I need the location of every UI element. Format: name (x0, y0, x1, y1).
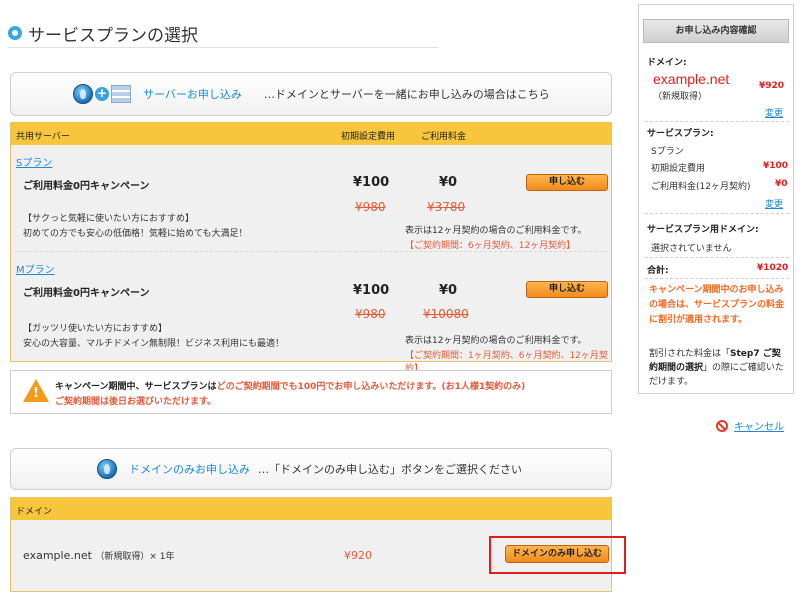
sidebar-info: 割引された料金は「Step7 ご契約期間の選択」の際にご確認いただけます。 (649, 347, 789, 389)
title-underline (8, 47, 438, 48)
plan-m-note: 表示は12ヶ月契約の場合のご利用料金です。 (405, 336, 587, 346)
sidebar-separator (645, 213, 789, 214)
sidebar-change-domain-link[interactable]: 変更 (765, 106, 783, 119)
plan-s-note: 表示は12ヶ月契約の場合のご利用料金です。 (405, 226, 587, 236)
plan-s-setup: ¥100 (353, 175, 390, 190)
plan-m-desc1: 【ガッツリ使いたい方におすすめ】 (23, 324, 168, 334)
globe-icon (73, 84, 93, 104)
cancel-icon (716, 419, 728, 432)
sidebar-domain-price: ¥920 (759, 81, 785, 91)
col-setup: 初期設定費用 (341, 132, 396, 142)
plan-s-desc1: 【サクっと気軽に使いたい方におすすめ】 (23, 214, 195, 224)
plan-m-setup: ¥100 (353, 283, 390, 298)
sidebar-total: ¥1020 (757, 263, 789, 273)
server-order-link[interactable]: サーバーお申し込み (143, 86, 242, 102)
sidebar-fee-price: ¥0 (775, 179, 788, 189)
sidebar-plan-label: サービスプラン: (647, 129, 714, 139)
globe-icon (97, 459, 117, 479)
sidebar-info-1: 割引された料金は「 (649, 349, 731, 359)
plan-table: 共用サーバー 初期設定費用 ご利用料金 Sプラン ご利用料金0円キャンペーン ¥… (10, 122, 612, 374)
campaign-alert: ! キャンペーン期間中、サービスプランはどのご契約期間でも100円でお申し込みい… (10, 370, 612, 414)
sidebar-change-plan-link[interactable]: 変更 (765, 197, 783, 210)
plan-m-fee: ¥0 (439, 283, 458, 298)
plan-table-header: 共用サーバー 初期設定費用 ご利用料金 (11, 123, 611, 145)
sidebar-separator (645, 257, 789, 258)
domain-price: ¥920 (344, 549, 372, 562)
sidebar-setup-label: 初期設定費用 (651, 164, 706, 174)
domain-row-name: example.net （新規取得）× 1年 (23, 549, 175, 562)
sidebar-domain-sub: （新規取得） (653, 92, 708, 102)
domain-table: ドメイン example.net （新規取得）× 1年 ¥920 ドメインのみ申… (10, 497, 626, 592)
plan-s-campaign: ご利用料金0円キャンペーン (23, 181, 150, 192)
warning-exclamation: ! (33, 386, 39, 401)
sidebar-plan-domain-value: 選択されていません (651, 244, 732, 254)
col-fee: ご利用料金 (421, 132, 467, 142)
domain-order-link[interactable]: ドメインのみお申し込み (129, 461, 250, 477)
sidebar-setup-price: ¥100 (763, 161, 789, 171)
plan-m-link[interactable]: Mプラン (16, 261, 55, 276)
plan-s-fee-orig: ¥3780 (427, 200, 466, 214)
domain-only-apply-button[interactable]: ドメインのみ申し込む (505, 545, 609, 563)
col-service: 共用サーバー (16, 132, 70, 142)
sidebar-separator (645, 278, 789, 279)
order-summary-sidebar: お申し込み内容確認 ドメイン: example.net ¥920 （新規取得） … (638, 4, 794, 394)
page-title: サービスプランの選択 (28, 25, 198, 46)
sidebar-domain-label: ドメイン: (647, 58, 687, 68)
domain-col-label: ドメイン (16, 507, 53, 517)
plan-m-setup-orig: ¥980 (355, 307, 386, 321)
plan-s-link[interactable]: Sプラン (16, 154, 52, 169)
alert-text-red: どのご契約期間でも100円でお申し込みいただけます。(お1人様1契約のみ) (216, 382, 526, 392)
sidebar-title: お申し込み内容確認 (643, 19, 789, 43)
plan-m-apply-button[interactable]: 申し込む (526, 281, 608, 298)
alert-line-1: キャンペーン期間中、サービスプランはどのご契約期間でも100円でお申し込みいただ… (55, 379, 525, 392)
sidebar-plan-domain-label: サービスプラン用ドメイン: (647, 225, 759, 235)
alert-text-black: キャンペーン期間中、サービスプランは (55, 382, 217, 392)
domain-order-tab: ドメインのみお申し込み …「ドメインのみ申し込む」ボタンをご選択ください (10, 448, 612, 490)
plan-s-fee: ¥0 (439, 175, 458, 190)
server-icon (111, 85, 131, 103)
domain-name-text: example.net (23, 549, 92, 562)
sidebar-campaign-note: キャンペーン期間中のお申し込みの場合は、サービスプランの料金に割引が適用されます… (649, 285, 785, 325)
plus-icon: + (95, 86, 109, 101)
sidebar-separator (645, 121, 789, 122)
plan-s-setup-orig: ¥980 (355, 200, 386, 214)
domain-term-text: （新規取得）× 1年 (95, 552, 175, 562)
sidebar-domain: example.net (653, 71, 730, 87)
sidebar-fee-label: ご利用料金(12ヶ月契約) (651, 182, 751, 192)
title-bullet-icon (8, 26, 22, 40)
sidebar-total-label: 合計: (647, 266, 669, 276)
domain-order-desc: …「ドメインのみ申し込む」ボタンをご選択ください (258, 463, 522, 476)
plan-s-desc2: 初めての方でも安心の低価格！気軽に始めても大満足！ (23, 229, 248, 239)
page-title-row: サービスプランの選択 (8, 18, 618, 48)
server-order-desc: …ドメインとサーバーを一緒にお申し込みの場合はこちら (263, 88, 550, 101)
plan-m-fee-orig: ¥10080 (423, 307, 469, 321)
plan-m-campaign: ご利用料金0円キャンペーン (23, 288, 150, 299)
domain-table-header: ドメイン (11, 498, 611, 520)
sidebar-plan: Sプラン (651, 147, 684, 157)
plan-m-desc2: 安心の大容量、マルチドメイン無制限！ビジネス利用にも最適！ (23, 339, 285, 349)
plan-s-apply-button[interactable]: 申し込む (526, 174, 608, 191)
alert-line-2: ご契約期間は後日お選びいただけます。 (55, 397, 217, 407)
plan-separator (15, 251, 607, 252)
server-order-tab: + サーバーお申し込み …ドメインとサーバーを一緒にお申し込みの場合はこちら (10, 72, 612, 116)
plan-s-terms: 【ご契約期間：6ヶ月契約、12ヶ月契約】 (405, 241, 576, 251)
cancel-row: キャンセル (716, 418, 784, 433)
cancel-link[interactable]: キャンセル (734, 418, 784, 433)
